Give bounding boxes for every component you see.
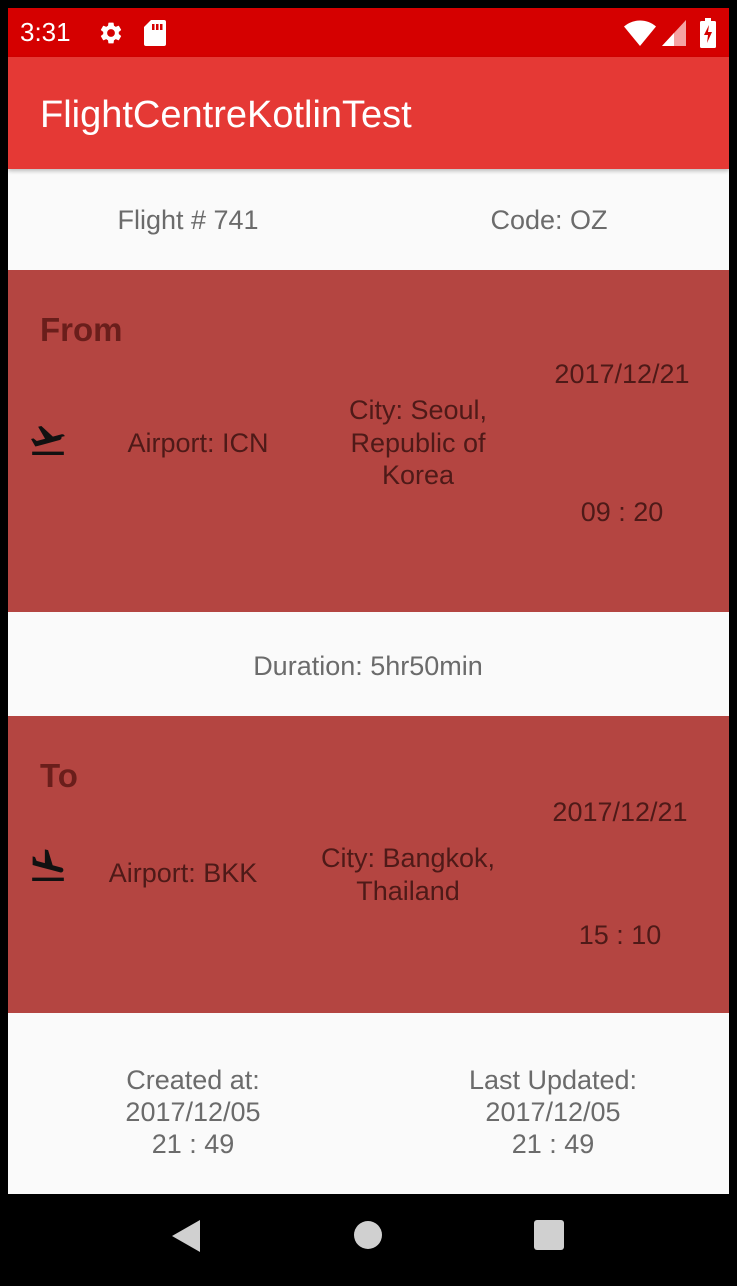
- departure-city: City: Seoul, Republic of Korea: [348, 395, 488, 490]
- navigation-bar: [8, 1194, 729, 1278]
- created-at-label: Created at:: [126, 1065, 260, 1095]
- last-updated-date: 2017/12/05: [485, 1097, 621, 1127]
- arrival-date: 2017/12/21: [552, 797, 688, 827]
- arrival-time: 15 : 10: [578, 920, 662, 950]
- back-icon[interactable]: [170, 1218, 202, 1259]
- flight-takeoff-icon: [26, 420, 70, 465]
- flight-number: Flight # 741: [117, 205, 259, 235]
- last-updated-time: 21 : 49: [511, 1129, 595, 1159]
- last-updated-label: Last Updated:: [468, 1065, 638, 1095]
- created-at-time: 21 : 49: [151, 1129, 235, 1159]
- departure-airport: Airport: ICN: [127, 428, 269, 458]
- last-updated: Last Updated: 2017/12/05 21 : 49: [428, 1064, 678, 1160]
- wifi-icon: [624, 20, 656, 51]
- battery-charging-icon: [700, 18, 716, 53]
- flight-duration: Duration: 5hr50min: [253, 651, 483, 681]
- app-title: FlightCentreKotlinTest: [40, 94, 412, 136]
- arrival-city: City: Bangkok, Thailand: [320, 843, 496, 906]
- arrival-airport: Airport: BKK: [108, 858, 258, 888]
- settings-icon: [98, 20, 124, 51]
- app-screen: 3:31 FlightCentreKotlinTest Flight # 741…: [8, 8, 729, 1278]
- recents-icon[interactable]: [534, 1220, 564, 1255]
- departure-time: 09 : 20: [580, 497, 664, 527]
- arrival-panel: To Airport: BKK City: Bangkok, Thailand …: [8, 716, 729, 1013]
- departure-title: From: [40, 311, 123, 348]
- sd-card-icon: [144, 19, 166, 52]
- app-bar: FlightCentreKotlinTest: [8, 57, 729, 169]
- flight-land-icon: [26, 846, 70, 891]
- airline-code: Code: OZ: [490, 205, 608, 235]
- signal-icon: [662, 20, 686, 51]
- departure-date: 2017/12/21: [554, 359, 690, 389]
- departure-panel: From Airport: ICN City: Seoul, Republic …: [8, 270, 729, 612]
- created-at-date: 2017/12/05: [125, 1097, 261, 1127]
- status-bar: 3:31: [8, 8, 729, 57]
- arrival-title: To: [40, 757, 78, 794]
- created-at: Created at: 2017/12/05 21 : 49: [68, 1064, 318, 1160]
- status-time: 3:31: [20, 17, 71, 47]
- home-icon[interactable]: [353, 1220, 383, 1255]
